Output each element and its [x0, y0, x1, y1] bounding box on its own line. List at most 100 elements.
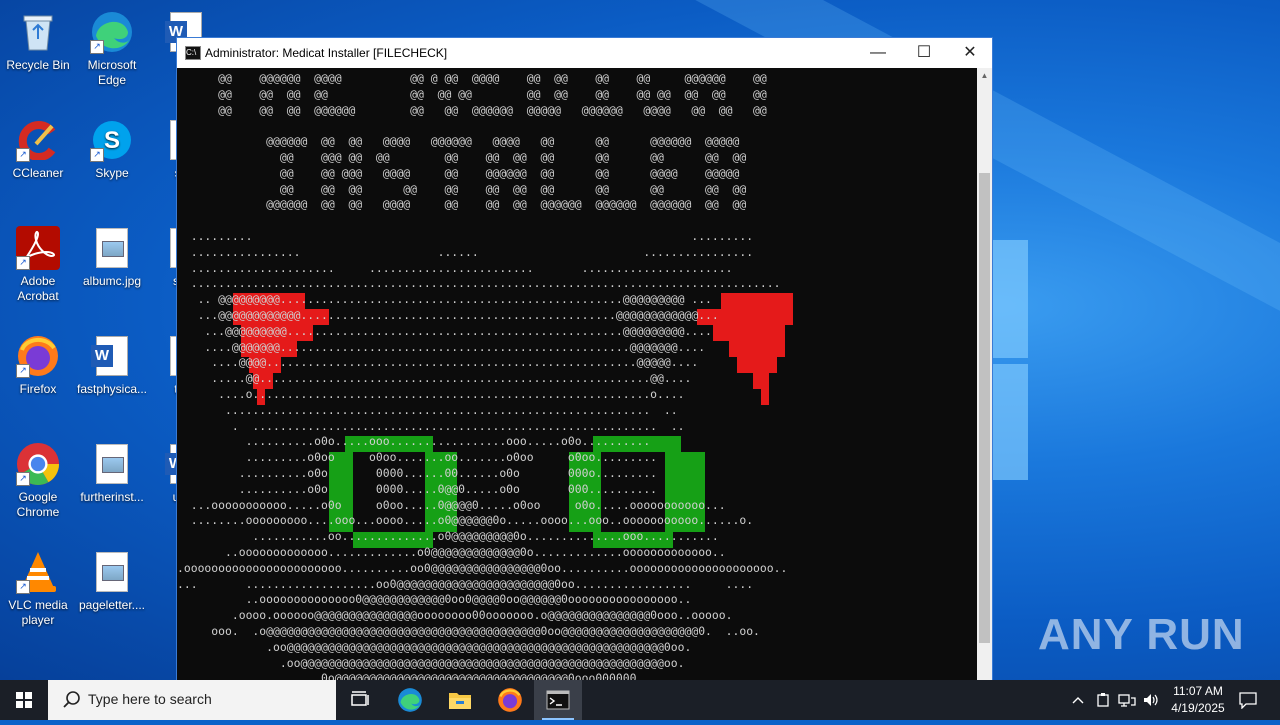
chrome-icon: ↗: [16, 442, 60, 486]
task-view-icon: [351, 691, 369, 706]
red-eye-block: [721, 293, 793, 309]
close-button[interactable]: ✕: [947, 38, 993, 68]
console-line: ..........o0o 0000.....0@@0.....o0o 000.…: [177, 481, 658, 496]
desktop-icon-ccleaner[interactable]: ↗ CCleaner: [0, 112, 76, 181]
icon-label: Google Chrome: [16, 490, 60, 519]
red-eye-block: [729, 341, 785, 357]
svg-text:S: S: [104, 127, 120, 154]
word-doc-icon: W: [90, 334, 134, 378]
taskbar-search-box[interactable]: Type here to search: [48, 680, 336, 720]
desktop-icon-furtherinst[interactable]: furtherinst...: [74, 436, 150, 505]
icon-label: Microsoft Edge: [87, 58, 137, 87]
window-titlebar[interactable]: C:\ Administrator: Medicat Installer [FI…: [177, 38, 992, 68]
show-hidden-icons-button[interactable]: [1066, 680, 1090, 720]
scroll-up-icon[interactable]: ▲: [977, 68, 992, 83]
taskbar: Type here to search 11:07 AM 4/19/2025: [0, 680, 1280, 720]
icon-label: furtherinst...: [80, 490, 144, 504]
desktop-icon-vlc[interactable]: ↗ VLC media player: [0, 544, 76, 628]
icon-label: albumc.jpg: [82, 274, 142, 288]
console-line: @@ @@ @@ @@@@@@ @@ @@ @@@@@@ @@@@@ @@@@@…: [177, 102, 767, 117]
console-line: @@ @@ @@ @@ @@ @@ @@ @@ @@ @@ @@ @@ @@ @…: [177, 86, 767, 101]
console-line: ..........o0o 0000......00......o0o 000o…: [177, 466, 658, 480]
network-icon: [1118, 694, 1136, 707]
console-line: ....@@@@................................…: [177, 355, 699, 370]
icon-label: pageletter....: [78, 598, 146, 612]
icon-label: Skype: [95, 166, 129, 180]
console-line: @@ @@ @@ @@ @@ @@ @@ @@ @@ @@ @@ @@: [177, 181, 747, 196]
tray-app-icon[interactable]: [1092, 680, 1114, 720]
desktop-icon-pageletter[interactable]: pageletter....: [74, 544, 150, 613]
windows-start-icon: [16, 692, 32, 708]
icon-label: Adobe Acrobat: [17, 274, 59, 303]
maximize-button[interactable]: ☐: [901, 38, 947, 68]
console-line: @@ @@ @@@ @@@@ @@ @@@@@@ @@ @@ @@@@ @@@@…: [177, 165, 740, 180]
vlc-icon: ↗: [16, 550, 60, 594]
console-line: ooo. .o@@@@@@@@@@@@@@@@@@@@@@@@@@@@@@@@@…: [177, 624, 760, 638]
console-line: ...@@@@@@@@@............................…: [177, 323, 712, 338]
notifications-button[interactable]: [1228, 680, 1268, 720]
console-line: .oo@@@@@@@@@@@@@@@@@@@@@@@@@@@@@@@@@@@@@…: [177, 655, 685, 670]
console-line: ......... .........: [177, 229, 754, 243]
volume-icon: [1144, 694, 1158, 706]
desktop-icon-firefox[interactable]: ↗ Firefox: [0, 328, 76, 397]
clock-time: 11:07 AM: [1173, 684, 1223, 698]
window-title: Administrator: Medicat Installer [FILECH…: [205, 46, 448, 60]
taskbar-edge-button[interactable]: [386, 680, 434, 720]
desktop-icon-recycle-bin[interactable]: Recycle Bin: [0, 4, 76, 73]
console-line: ..oooooooooooooo0@@@@@@@@@@@@0oo0@@@@0oo…: [177, 592, 692, 607]
console-line: .ooooooooooooooooooooooo..........oo0@@@…: [177, 560, 788, 575]
clock-date: 4/19/2025: [1171, 701, 1225, 715]
skype-icon: S ↗: [90, 118, 134, 162]
desktop-icon-skype[interactable]: S ↗ Skype: [74, 112, 150, 181]
icon-label: Firefox: [19, 382, 57, 396]
network-button[interactable]: [1116, 680, 1138, 720]
console-line: .oo@@@@@@@@@@@@@@@@@@@@@@@@@@@@@@@@@@@@@…: [177, 639, 692, 654]
console-line: ..................... ..................…: [177, 260, 733, 275]
red-eye-block: [713, 325, 785, 341]
console-line: ..........o0o.....ooo.................oo…: [177, 434, 651, 449]
icon-label: VLC media player: [8, 598, 68, 627]
console-line: ........................................…: [177, 402, 678, 417]
start-button[interactable]: [0, 680, 48, 720]
console-line: ...ooooooooooo.....o0o o0oo.....0@@@@0..…: [177, 497, 726, 512]
taskbar-clock[interactable]: 11:07 AM 4/19/2025: [1160, 683, 1236, 717]
console-line: ...........oo..............o0@@@@@@@@@0o…: [177, 529, 719, 544]
tray-device-icon: [1097, 693, 1109, 707]
edge-icon: ↗: [90, 10, 134, 54]
image-file-icon: [90, 442, 134, 486]
desktop-icon-albumc[interactable]: albumc.jpg: [74, 220, 150, 289]
taskbar-firefox-button[interactable]: [486, 680, 534, 720]
minimize-button[interactable]: —: [855, 38, 901, 68]
anyrun-watermark: ANY RUN: [1038, 610, 1245, 659]
console-output[interactable]: @@ @@@@@@ @@@@ @@ @ @@ @@@@ @@ @@ @@ @@ …: [177, 68, 977, 688]
desktop-icon-adobe-acrobat[interactable]: ↗ Adobe Acrobat: [0, 220, 76, 304]
desktop-icon-microsoft-edge[interactable]: ↗ Microsoft Edge: [74, 4, 150, 88]
task-view-button[interactable]: [336, 680, 384, 720]
console-window[interactable]: C:\ Administrator: Medicat Installer [FI…: [176, 37, 993, 688]
icon-label: fastphysica...: [76, 382, 148, 396]
scroll-thumb[interactable]: [979, 173, 990, 643]
desktop-icon-google-chrome[interactable]: ↗ Google Chrome: [0, 436, 76, 520]
file-explorer-icon: [449, 693, 471, 709]
desktop-icon-fastphysica[interactable]: W fastphysica...: [74, 328, 150, 397]
console-scrollbar[interactable]: ▲: [977, 68, 992, 688]
volume-button[interactable]: [1140, 680, 1162, 720]
taskbar-cmd-button[interactable]: [534, 680, 582, 720]
console-line: . ......................................…: [177, 418, 685, 433]
taskbar-file-explorer-button[interactable]: [436, 680, 484, 720]
chevron-up-icon: [1072, 697, 1084, 704]
red-eye-block: [737, 357, 777, 373]
firefox-icon: ↗: [16, 334, 60, 378]
recycle-bin-icon: [16, 10, 60, 54]
console-line: ........................................…: [177, 276, 781, 291]
console-line: .........o0oo o0oo.......oo.......o0oo o…: [177, 450, 658, 465]
console-line: ....@@@@@@@.............................…: [177, 339, 706, 354]
console-line: ................ ...... ................: [177, 244, 754, 259]
console-line: @@ @@@@@@ @@@@ @@ @ @@ @@@@ @@ @@ @@ @@ …: [177, 71, 767, 85]
edge-icon: [398, 688, 422, 712]
red-eye-block: [761, 389, 769, 405]
notification-icon: [1239, 692, 1257, 709]
search-placeholder: Type here to search: [88, 691, 212, 707]
console-line: @@ @@@ @@ @@ @@ @@ @@ @@ @@ @@ @@ @@: [177, 150, 747, 164]
console-line: ..ooooooooooooo.............o0@@@@@@@@@@…: [177, 545, 726, 559]
